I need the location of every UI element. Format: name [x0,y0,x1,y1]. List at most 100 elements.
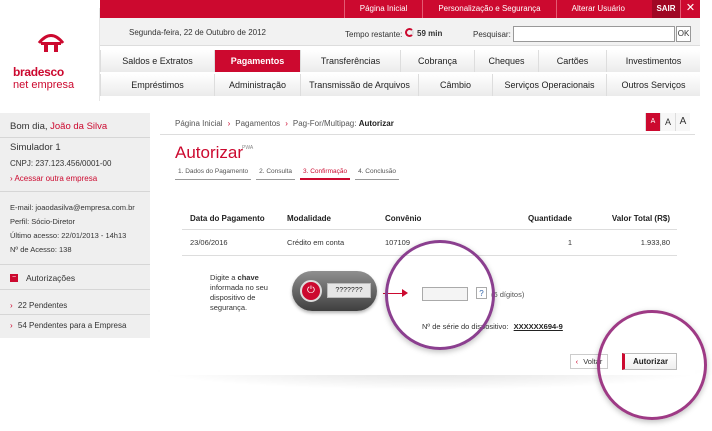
collapse-icon: − [10,274,18,282]
instructions-prefix: Digite a [210,273,236,282]
sidebar-item-label: 54 Pendentes para a Empresa [17,321,127,330]
tempo-label: Tempo restante: [345,30,403,39]
sidebar-item-pendentes-empresa[interactable]: › 54 Pendentes para a Empresa [10,321,126,330]
instructions-suffix: informada no seu dispositivo de seguranç… [210,283,268,312]
menu-cheques[interactable]: Cheques [474,50,538,72]
progress-steps: 1. Dados do Pagamento 2. Consulta 3. Con… [175,166,404,180]
user-email: E-mail: joaodasilva@empresa.com.br [10,203,135,212]
section-autorizacoes-label: Autorizações [26,273,76,283]
logo-text-bradesco: bradesco [13,65,64,79]
logo[interactable]: bradesco net empresa [0,8,100,101]
step-confirmacao: 3. Confirmação [300,166,351,180]
numero-acesso: Nº de Acesso: 138 [10,245,72,254]
cell-convenio: 107109 [385,238,411,247]
chevron-right-icon: › [10,301,13,310]
menu-administracao[interactable]: Administração [214,74,300,96]
breadcrumb: Página Inicial › Pagamentos › Pag-For/Multip… [175,119,394,128]
font-small-button[interactable]: A [645,113,660,131]
pesquisar-label: Pesquisar: [473,30,511,39]
acessar-outra-empresa-link[interactable]: › Acessar outra empresa [10,174,97,183]
close-icon[interactable]: ✕ [680,0,700,18]
greeting: Bom dia, João da Silva [10,121,107,132]
chevron-right-icon: › [285,119,288,128]
cell-valor-total: 1.933,80 [640,238,670,247]
chevron-right-icon: › [10,321,13,330]
ultimo-acesso: Último acesso: 22/01/2013 - 14h13 [10,231,127,240]
col-modalidade: Modalidade [287,214,332,223]
menu-saldos-extratos[interactable]: Saldos e Extratos [100,50,214,72]
user-name: João da Silva [50,121,108,132]
breadcrumb-pagfor: Pag-For/Multipag: [292,119,357,128]
divider [0,264,150,265]
timer-icon [405,28,414,37]
link-pagina-inicial[interactable]: Página Inicial [343,0,423,18]
menu-transferencias[interactable]: Transferências [300,50,400,72]
menu-outros-servicos[interactable]: Outros Serviços [606,74,700,96]
cell-data: 23/06/2016 [190,238,228,247]
user-perfil: Perfil: Sócio-Diretor [10,217,76,226]
section-autorizacoes[interactable]: − Autorizações [10,273,75,283]
step-conclusao: 4. Conclusão [355,166,400,180]
sidebar: Bom dia, João da Silva Simulador 1 CNPJ:… [0,113,150,338]
digits-hint: (6 dígitos) [491,290,525,299]
font-large-button[interactable]: A [675,113,690,131]
menu-cobranca[interactable]: Cobrança [400,50,474,72]
highlight-circle-key [385,240,495,350]
menu-cambio[interactable]: Câmbio [418,74,492,96]
chevron-right-icon: › [227,119,231,128]
main-menu-row-2: Empréstimos Administração Transmissão de… [100,74,700,96]
font-medium-button[interactable]: A [660,113,675,131]
breadcrumb-pagina-inicial[interactable]: Página Inicial [175,119,223,128]
divider [0,314,150,315]
divider [0,191,150,192]
power-icon: ⏻ [300,280,322,302]
col-valor-total: Valor Total (R$) [611,214,670,223]
logo-text-net-empresa: net empresa [13,79,75,91]
cell-modalidade: Crédito em conta [287,238,345,247]
step-consulta: 2. Consulta [256,166,295,180]
menu-cartoes[interactable]: Cartões [538,50,606,72]
chevron-left-icon: ‹ [575,357,579,366]
greeting-text: Bom dia, [10,121,48,132]
cnpj: CNPJ: 237.123.456/0001-00 [10,159,112,168]
highlight-circle-autorizar [597,310,707,420]
col-data-pagamento: Data do Pagamento [190,214,265,223]
page: bradesco net empresa Página Inicial Pers… [0,0,712,431]
bradesco-logo-icon [37,34,65,52]
link-personalizacao[interactable]: Personalização e Segurança [422,0,555,18]
security-token-device: ⏻ ??????? [292,271,377,311]
table-divider [182,229,677,230]
info-row: Segunda-feira, 22 de Outubro de 2012 Tem… [100,18,700,46]
device-screen: ??????? [327,283,371,298]
top-bar: Página Inicial Personalização e Seguranç… [100,0,700,18]
sair-button[interactable]: SAIR [652,0,680,18]
step-dados-pagamento: 1. Dados do Pagamento [175,166,252,180]
menu-emprestimos[interactable]: Empréstimos [100,74,214,96]
key-instructions: Digite a chave informada no seu disposit… [210,273,280,313]
col-quantidade: Quantidade [527,214,572,223]
divider [160,134,695,135]
acessar-label: Acessar outra empresa [14,174,98,183]
instructions-bold: chave [237,273,259,282]
breadcrumb-pagamentos[interactable]: Pagamentos [235,119,280,128]
col-convenio: Convênio [385,214,422,223]
divider [0,289,150,290]
page-title-code: PWA [242,145,254,151]
link-alterar-usuario[interactable]: Alterar Usuário [555,0,640,18]
sidebar-item-label: 22 Pendentes [17,301,68,310]
sidebar-item-pendentes[interactable]: › 22 Pendentes [10,301,67,310]
company-name: Simulador 1 [10,142,61,153]
menu-investimentos[interactable]: Investimentos [606,50,700,72]
menu-transmissao-arquivos[interactable]: Transmissão de Arquivos [300,74,418,96]
menu-servicos-operacionais[interactable]: Serviços Operacionais [492,74,606,96]
font-size-controls: A A A [645,113,690,131]
page-title: Autorizar [175,143,244,162]
divider [0,137,150,138]
current-date: Segunda-feira, 22 de Outubro de 2012 [129,28,266,37]
search-input[interactable] [513,26,675,42]
cell-quantidade: 1 [567,238,572,247]
chevron-right-icon: › [10,174,13,183]
search-ok-button[interactable]: OK [676,26,691,42]
serial-value[interactable]: XXXXXX694-9 [514,322,563,331]
menu-pagamentos[interactable]: Pagamentos [214,50,300,72]
